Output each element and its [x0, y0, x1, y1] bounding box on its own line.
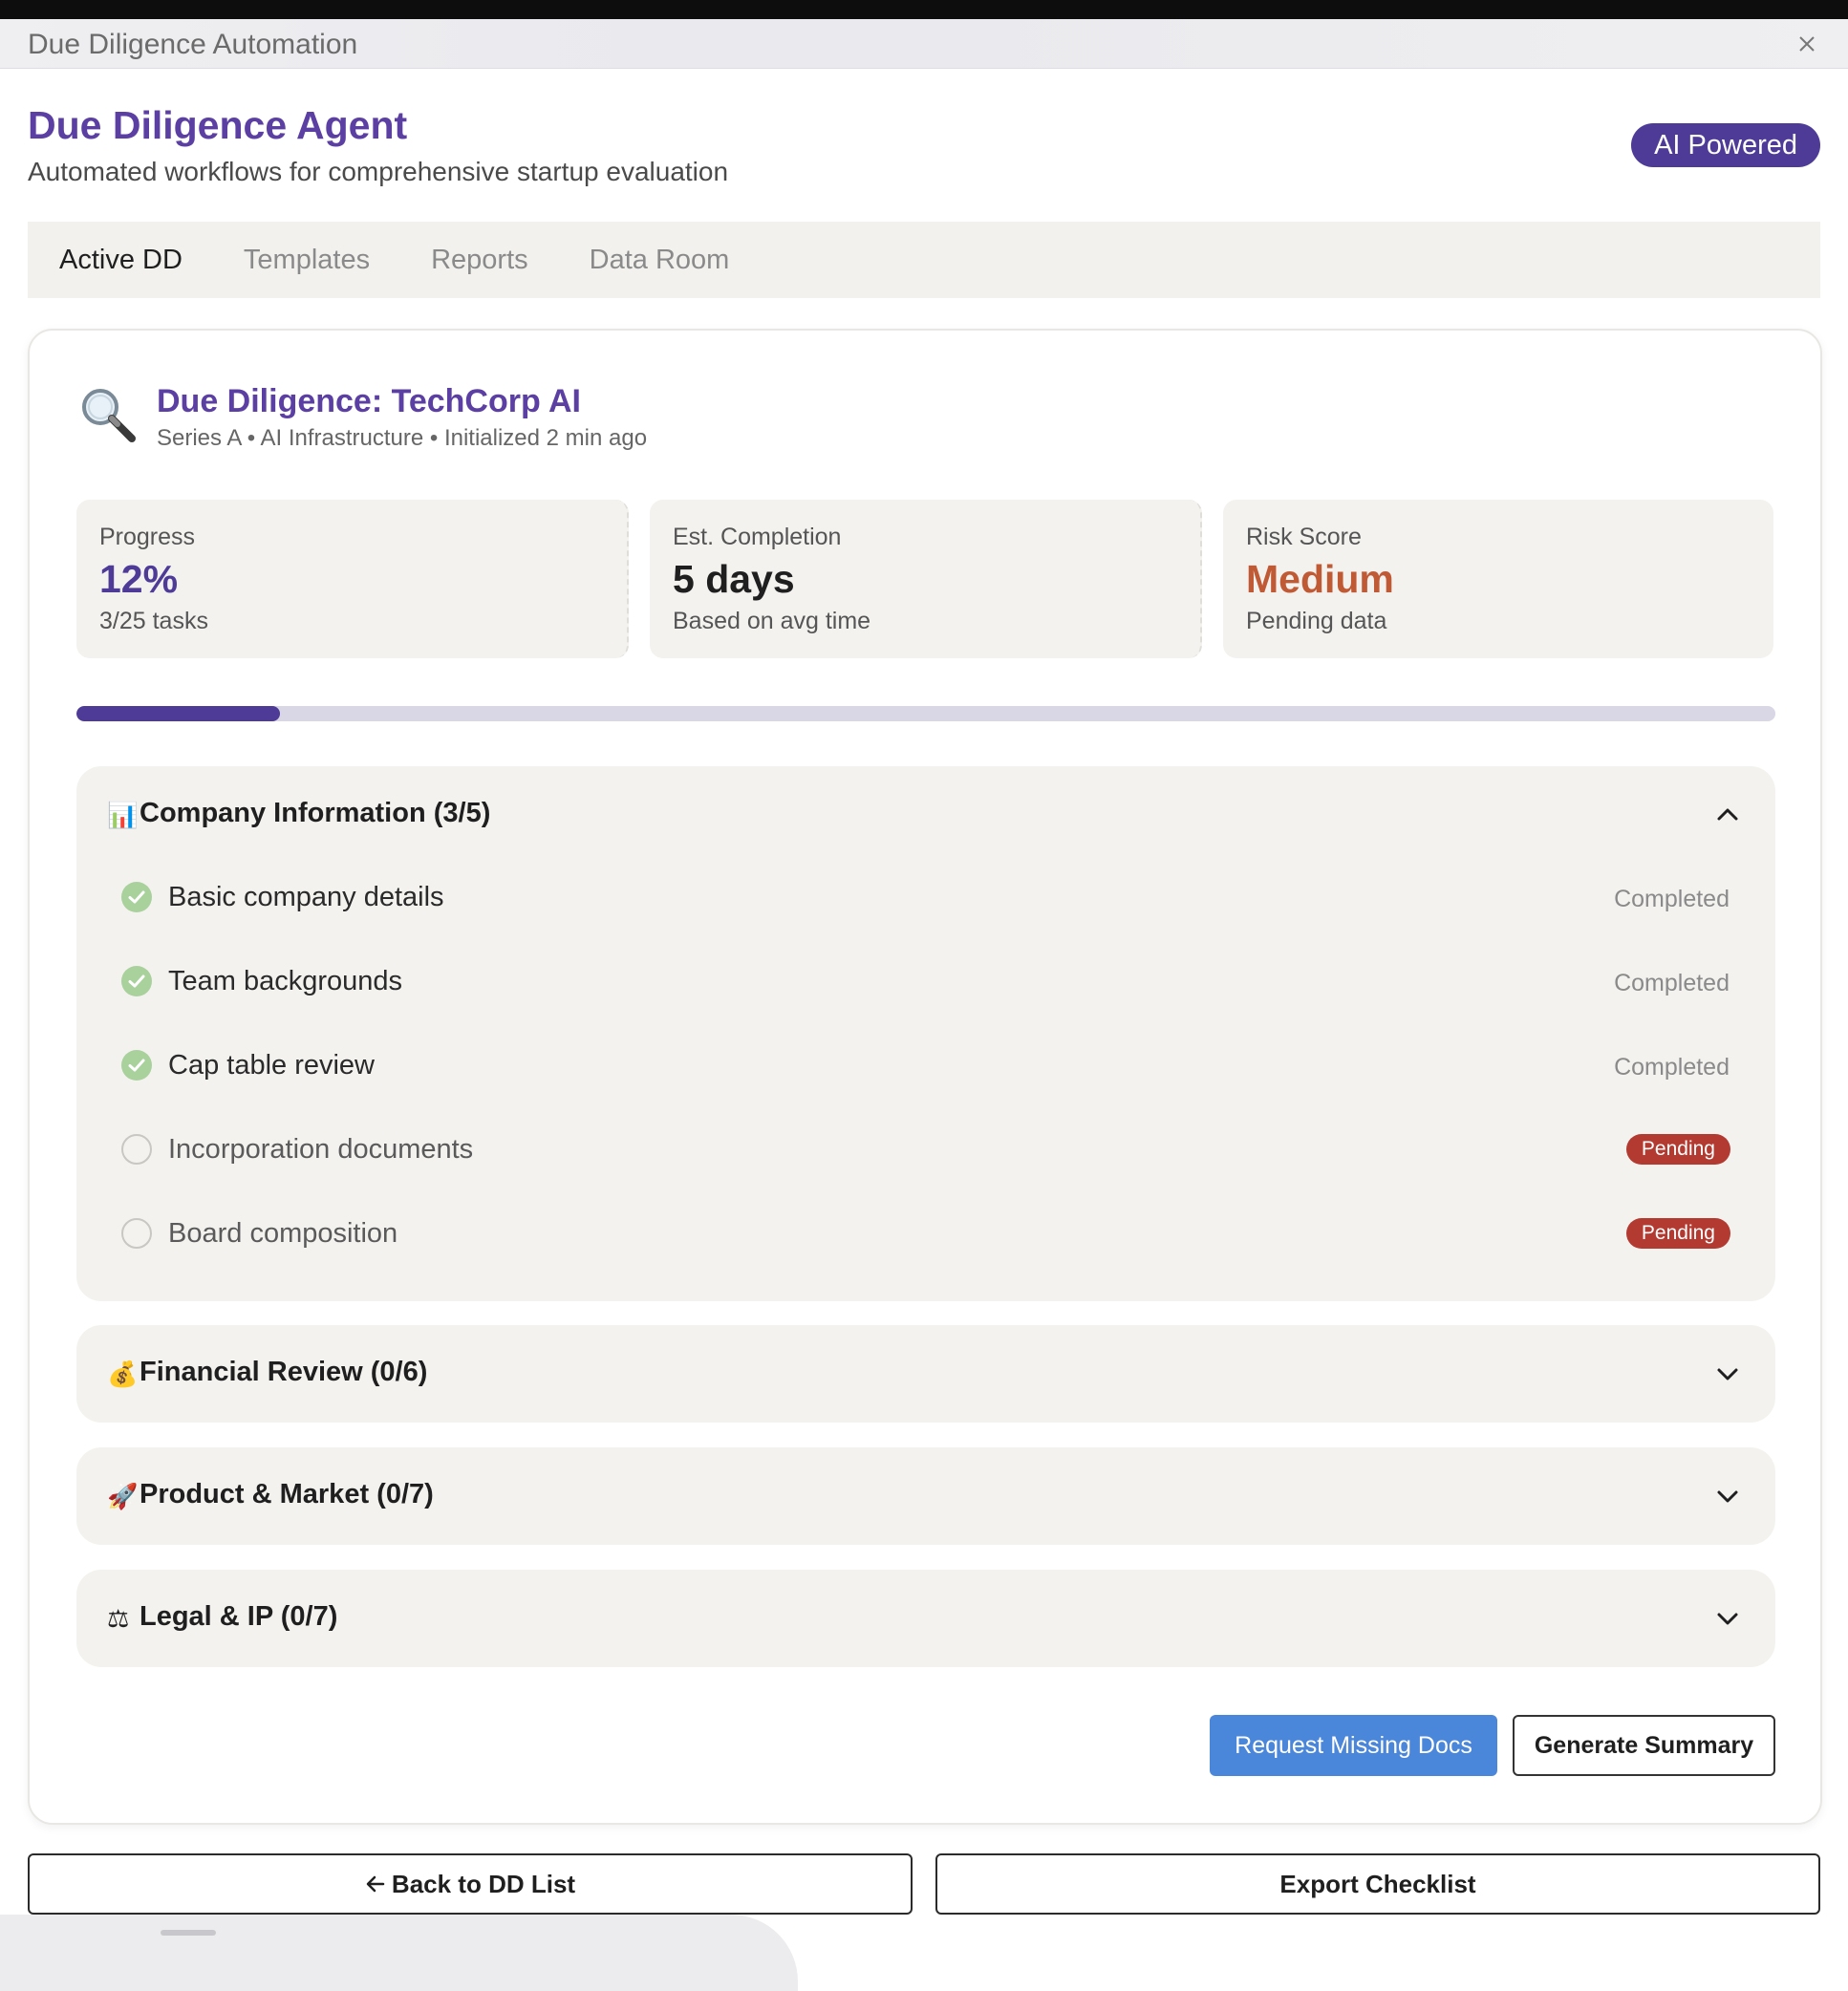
empty-circle-icon: [121, 1134, 152, 1165]
section-company-information: 📊 Company Information (3/5) Basic compan…: [76, 766, 1775, 1301]
stat-risk-score: Risk Score Medium Pending data: [1223, 500, 1773, 658]
dd-card: Due Diligence: TechCorp AI Series A • AI…: [28, 329, 1822, 1825]
stat-value: 5 days: [673, 557, 795, 601]
task-label: Board composition: [168, 1218, 398, 1249]
ai-powered-badge: AI Powered: [1631, 123, 1820, 167]
section-title: Legal & IP (0/7): [140, 1601, 338, 1632]
pending-badge: Pending: [1625, 1134, 1730, 1165]
stat-label: Est. Completion: [673, 524, 842, 550]
request-missing-docs-button[interactable]: Request Missing Docs: [1210, 1715, 1497, 1776]
section-header[interactable]: ⚖ Legal & IP (0/7): [76, 1570, 1775, 1667]
page-title: Due Diligence Agent: [28, 103, 408, 147]
section-header[interactable]: 🚀 Product & Market (0/7): [76, 1447, 1775, 1545]
close-icon[interactable]: [1794, 31, 1820, 57]
chevron-down-icon[interactable]: [1714, 1605, 1741, 1632]
check-circle-icon: [121, 1050, 152, 1081]
task-row[interactable]: Board composition Pending: [76, 1205, 1775, 1262]
stat-sub: Based on avg time: [673, 608, 871, 634]
progress-bar-fill: [76, 706, 281, 721]
chevron-down-icon[interactable]: [1714, 1483, 1741, 1509]
magnifying-glass-icon: [82, 389, 136, 442]
task-row[interactable]: Incorporation documents Pending: [76, 1121, 1775, 1178]
home-indicator: [161, 1930, 216, 1936]
stat-progress: Progress 12% 3/25 tasks: [76, 500, 629, 658]
bottom-sheet-edge: [0, 1915, 798, 1991]
chevron-up-icon[interactable]: [1714, 802, 1741, 828]
rocket-icon: 🚀: [107, 1482, 139, 1510]
task-label: Cap table review: [168, 1050, 375, 1081]
progress-bar: [76, 706, 1775, 721]
stat-value: Medium: [1246, 557, 1394, 601]
stat-label: Progress: [99, 524, 196, 550]
task-label: Team backgrounds: [168, 966, 403, 996]
system-status-bar: [0, 0, 1848, 19]
arrow-left-icon: [366, 1875, 385, 1893]
task-row[interactable]: Team backgrounds Completed: [76, 953, 1775, 1010]
export-checklist-button[interactable]: Export Checklist: [935, 1853, 1820, 1915]
empty-circle-icon: [121, 1218, 152, 1249]
section-product-market: 🚀 Product & Market (0/7): [76, 1447, 1775, 1545]
section-header[interactable]: 💰 Financial Review (0/6): [76, 1325, 1775, 1423]
back-button-label: Back to DD List: [391, 1869, 576, 1898]
section-title: Financial Review (0/6): [140, 1357, 428, 1387]
page-subtitle: Automated workflows for comprehensive st…: [28, 157, 729, 186]
section-title: Product & Market (0/7): [140, 1479, 434, 1509]
section-legal-ip: ⚖ Legal & IP (0/7): [76, 1570, 1775, 1667]
chevron-down-icon[interactable]: [1714, 1360, 1741, 1387]
status-text: Completed: [1614, 970, 1730, 996]
task-row[interactable]: Cap table review Completed: [76, 1037, 1775, 1094]
dd-title: Due Diligence: TechCorp AI: [157, 383, 581, 419]
status-text: Completed: [1614, 1054, 1730, 1081]
export-button-label: Export Checklist: [1279, 1869, 1476, 1898]
task-row[interactable]: Basic company details Completed: [76, 868, 1775, 926]
window-title: Due Diligence Automation: [28, 29, 358, 60]
stat-value: 12%: [99, 557, 179, 601]
check-circle-icon: [121, 882, 152, 912]
tab-bar: Active DD Templates Reports Data Room: [28, 222, 1820, 298]
section-title: Company Information (3/5): [140, 798, 491, 828]
stat-sub: 3/25 tasks: [99, 608, 208, 634]
pending-badge: Pending: [1625, 1218, 1730, 1249]
tab-templates[interactable]: Templates: [244, 245, 370, 276]
check-circle-icon: [121, 966, 152, 996]
bar-chart-icon: 📊: [107, 801, 139, 829]
back-to-dd-list-button[interactable]: Back to DD List: [28, 1853, 913, 1915]
money-bag-icon: 💰: [107, 1359, 139, 1388]
stat-est-completion: Est. Completion 5 days Based on avg time: [650, 500, 1202, 658]
window-titlebar: Due Diligence Automation: [0, 19, 1848, 69]
status-text: Completed: [1614, 886, 1730, 912]
task-label: Incorporation documents: [168, 1134, 474, 1165]
app-header: Due Diligence Agent Automated workflows …: [28, 103, 1820, 199]
section-financial-review: 💰 Financial Review (0/6): [76, 1325, 1775, 1423]
stat-label: Risk Score: [1246, 524, 1362, 550]
tab-reports[interactable]: Reports: [431, 245, 528, 276]
section-header[interactable]: 📊 Company Information (3/5): [76, 766, 1775, 864]
tab-data-room[interactable]: Data Room: [590, 245, 730, 276]
scales-icon: ⚖: [107, 1604, 130, 1633]
stat-sub: Pending data: [1246, 608, 1387, 634]
generate-summary-button[interactable]: Generate Summary: [1513, 1715, 1775, 1776]
task-label: Basic company details: [168, 882, 444, 912]
dd-meta: Series A • AI Infrastructure • Initializ…: [157, 425, 648, 451]
tab-active-dd[interactable]: Active DD: [59, 245, 183, 276]
